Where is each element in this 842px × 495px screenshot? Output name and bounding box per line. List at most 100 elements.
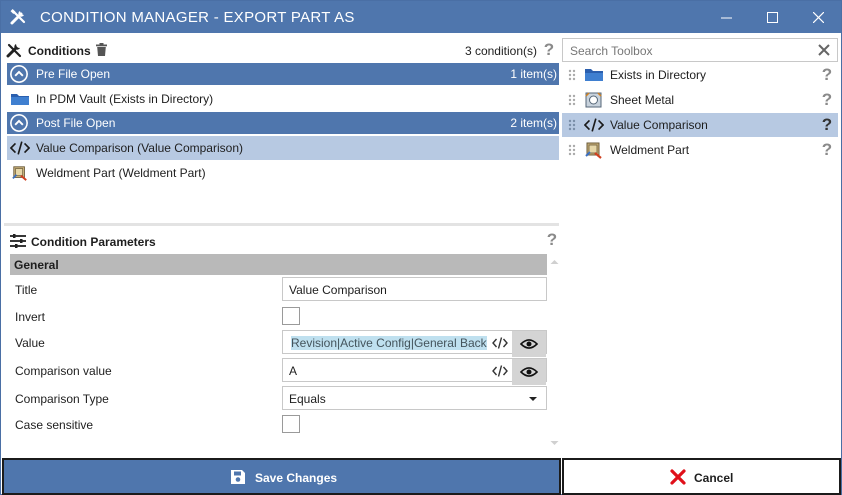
help-icon[interactable]: ?	[820, 91, 834, 109]
toolbox-item-exists-in-directory[interactable]: Exists in Directory ?	[562, 63, 838, 87]
conditions-title: Conditions	[28, 44, 91, 58]
tools-icon	[6, 43, 22, 58]
preview-button[interactable]	[512, 331, 546, 357]
help-icon[interactable]: ?	[820, 116, 834, 134]
eye-icon	[520, 367, 538, 377]
condition-manager-window: CONDITION MANAGER - EXPORT PART AS Condi…	[0, 0, 842, 495]
param-row-invert: Invert	[10, 303, 547, 330]
parameters-title: Condition Parameters	[31, 235, 156, 249]
save-label: Save Changes	[255, 471, 338, 485]
conditions-panel: Conditions 3 condition(s) ? Pre File Ope…	[4, 36, 559, 456]
preview-button[interactable]	[512, 359, 546, 385]
group-label: Post File Open	[36, 116, 116, 130]
toolbox-item-label: Exists in Directory	[610, 68, 707, 82]
save-icon	[231, 470, 245, 484]
param-label: Comparison Type	[15, 392, 109, 406]
param-row-comparison-type: Comparison Type Equals	[10, 385, 547, 412]
param-row-value: Value Revision|Active Config|General Bac…	[10, 329, 547, 357]
title-input[interactable]: Value Comparison	[282, 277, 547, 301]
param-label: Title	[15, 283, 38, 297]
comparison-value-value: A	[289, 364, 298, 378]
condition-parameters: Condition Parameters ? General Title Val…	[7, 229, 562, 454]
group-count: 1 item(s)	[510, 67, 557, 81]
sheet-metal-icon	[585, 92, 602, 108]
weldment-icon	[12, 166, 27, 181]
help-icon[interactable]: ?	[820, 141, 834, 159]
toolbox-item-weldment-part[interactable]: Weldment Part ?	[562, 138, 838, 162]
toolbox-item-sheet-metal[interactable]: Sheet Metal ?	[562, 88, 838, 112]
condition-label: Weldment Part (Weldment Part)	[36, 166, 206, 180]
scroll-up-icon[interactable]	[547, 256, 562, 268]
weldment-icon	[585, 142, 602, 159]
tools-icon	[10, 9, 26, 25]
conditions-header: Conditions 3 condition(s) ?	[4, 38, 559, 62]
maximize-icon	[766, 11, 778, 23]
section-header-general: General	[10, 254, 547, 275]
param-label: Comparison value	[15, 364, 112, 378]
dropdown-arrow-icon	[529, 397, 537, 401]
drag-handle-icon[interactable]	[568, 94, 576, 106]
value-input[interactable]: Revision|Active Config|General Backu	[282, 330, 547, 357]
toolbox-panel: Search Toolbox Exists in Directory ? She…	[562, 36, 839, 456]
title-bar: CONDITION MANAGER - EXPORT PART AS	[1, 1, 841, 33]
help-icon[interactable]: ?	[820, 66, 834, 84]
condition-label: In PDM Vault (Exists in Directory)	[36, 92, 214, 106]
minimize-icon	[720, 17, 732, 18]
help-icon[interactable]: ?	[545, 231, 559, 249]
toolbox-search-input[interactable]: Search Toolbox	[562, 38, 838, 62]
title-value: Value Comparison	[289, 283, 387, 297]
toolbox-item-value-comparison[interactable]: Value Comparison ?	[562, 113, 838, 137]
expression-button[interactable]	[489, 361, 511, 381]
help-icon[interactable]: ?	[542, 41, 556, 59]
toolbox-item-label: Weldment Part	[610, 143, 690, 157]
condition-item[interactable]: In PDM Vault (Exists in Directory)	[7, 87, 559, 111]
param-row-comparison-value: Comparison value A	[10, 357, 547, 385]
drag-handle-icon[interactable]	[568, 144, 576, 156]
section-label: General	[14, 258, 59, 272]
case-sensitive-checkbox[interactable]	[282, 415, 300, 433]
comparison-type-value: Equals	[289, 392, 326, 406]
panel-divider[interactable]	[4, 223, 559, 226]
group-post-file-open[interactable]: Post File Open 2 item(s)	[7, 112, 559, 134]
expression-button[interactable]	[489, 333, 511, 353]
param-row-title: Title Value Comparison	[10, 276, 547, 303]
param-label: Invert	[15, 310, 46, 324]
group-count: 2 item(s)	[510, 116, 557, 130]
clear-search-icon[interactable]	[816, 42, 832, 58]
condition-item[interactable]: Weldment Part (Weldment Part)	[7, 161, 559, 185]
scroll-down-icon[interactable]	[547, 437, 562, 449]
cancel-button[interactable]: Cancel	[562, 458, 841, 495]
group-pre-file-open[interactable]: Pre File Open 1 item(s)	[7, 63, 559, 85]
parameters-scrollbar[interactable]	[547, 254, 562, 451]
param-label: Value	[15, 336, 45, 350]
close-button[interactable]	[795, 1, 841, 33]
param-row-case-sensitive: Case sensitive	[10, 411, 547, 438]
toolbox-item-label: Sheet Metal	[610, 93, 675, 107]
drag-handle-icon[interactable]	[568, 119, 576, 131]
invert-checkbox[interactable]	[282, 307, 300, 325]
drag-handle-icon[interactable]	[568, 69, 576, 81]
maximize-button[interactable]	[749, 1, 795, 33]
value-value: Revision|Active Config|General Backu	[291, 336, 487, 350]
comparison-value-input[interactable]: A	[282, 358, 547, 385]
condition-label: Value Comparison (Value Comparison)	[36, 141, 243, 155]
chevron-up-icon	[10, 65, 28, 83]
sliders-icon	[10, 234, 26, 248]
cancel-label: Cancel	[694, 471, 734, 485]
cancel-x-icon	[670, 469, 686, 485]
trash-icon[interactable]	[96, 43, 107, 56]
comparison-type-select[interactable]: Equals	[282, 386, 547, 410]
search-placeholder: Search Toolbox	[570, 44, 653, 58]
code-icon	[492, 337, 508, 349]
minimize-button[interactable]	[703, 1, 749, 33]
close-icon	[812, 11, 824, 23]
toolbox-item-label: Value Comparison	[610, 118, 708, 132]
folder-icon	[11, 94, 29, 105]
code-icon	[10, 141, 30, 155]
folder-icon	[585, 69, 603, 81]
code-icon	[492, 365, 508, 377]
condition-item-selected[interactable]: Value Comparison (Value Comparison)	[7, 136, 559, 160]
code-icon	[584, 118, 604, 132]
conditions-count: 3 condition(s)	[464, 44, 537, 58]
save-changes-button[interactable]: Save Changes	[2, 458, 561, 495]
